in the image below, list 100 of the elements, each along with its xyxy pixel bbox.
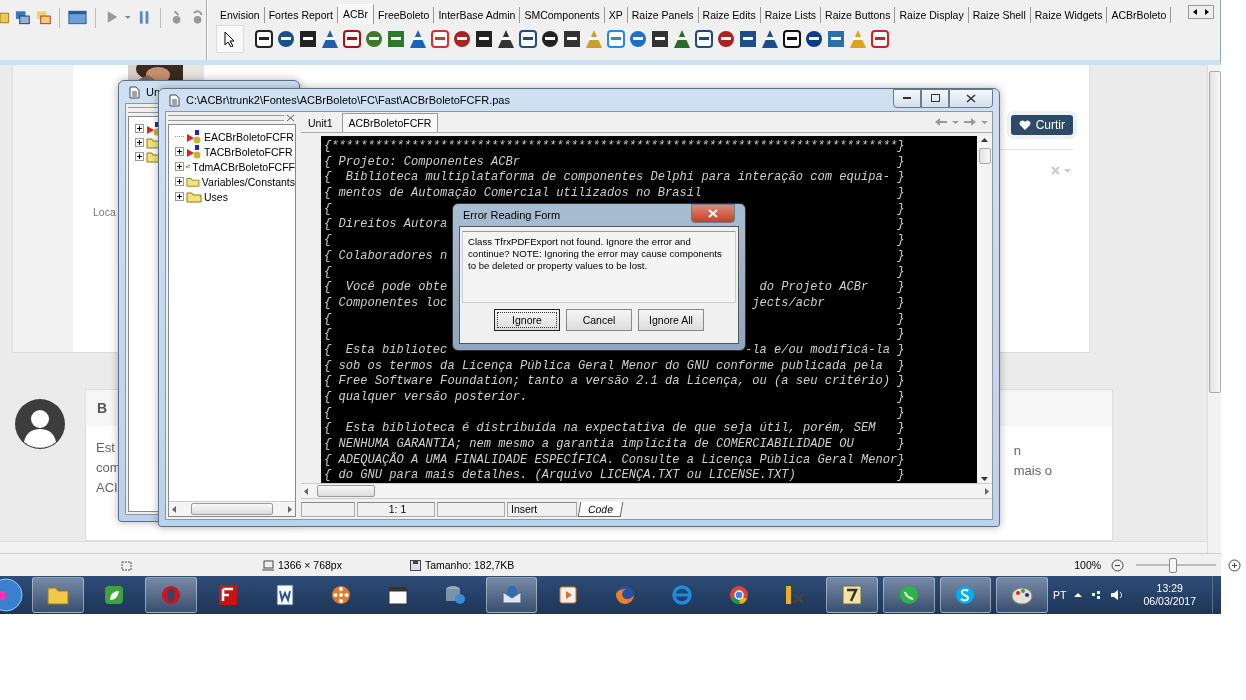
palette-tab[interactable]: Raize Lists bbox=[760, 7, 822, 23]
expand-icon[interactable] bbox=[175, 177, 184, 186]
palette-tab[interactable]: ACBr bbox=[337, 4, 374, 24]
expand-icon[interactable] bbox=[135, 151, 144, 161]
zoom-slider[interactable] bbox=[1169, 558, 1178, 573]
component-icon[interactable] bbox=[650, 28, 670, 50]
scrollbar[interactable] bbox=[301, 483, 992, 498]
dialog-button[interactable]: Ignore bbox=[494, 309, 560, 331]
mail-bird-icon[interactable] bbox=[499, 584, 524, 606]
scrollbar[interactable] bbox=[0, 541, 1207, 553]
language-indicator[interactable]: PT bbox=[1053, 589, 1067, 601]
close-button[interactable] bbox=[691, 203, 735, 223]
expand-icon[interactable] bbox=[135, 137, 144, 147]
pointer-tool[interactable] bbox=[216, 25, 244, 53]
palette-tab[interactable]: Raize Buttons bbox=[821, 7, 896, 23]
editor-tab[interactable]: Unit1 bbox=[301, 113, 340, 132]
network-icon[interactable] bbox=[1090, 589, 1103, 601]
expand-icon[interactable] bbox=[175, 147, 184, 156]
tree-item[interactable]: TdmACBrBoletoFCFF bbox=[169, 159, 295, 174]
taskbar-button[interactable] bbox=[485, 577, 538, 613]
scroll-up-icon[interactable] bbox=[981, 136, 988, 144]
archive-icon[interactable] bbox=[839, 584, 864, 606]
component-icon[interactable] bbox=[254, 28, 274, 50]
expand-icon[interactable] bbox=[175, 192, 184, 201]
component-icon[interactable] bbox=[562, 28, 582, 50]
component-icon[interactable] bbox=[694, 28, 714, 50]
scrollbar[interactable] bbox=[169, 501, 295, 516]
code-text: } bbox=[897, 311, 905, 328]
zoom-out-icon[interactable] bbox=[1111, 558, 1125, 572]
palette-tab[interactable]: Raize Display bbox=[895, 7, 969, 23]
palette-tab[interactable]: Raize Shell bbox=[968, 7, 1031, 23]
close-button[interactable] bbox=[949, 88, 993, 108]
cursor-icon bbox=[224, 31, 236, 47]
maximize-button[interactable] bbox=[921, 88, 949, 108]
palette-tab[interactable]: Raize Edits bbox=[698, 7, 761, 23]
expand-icon[interactable] bbox=[175, 162, 184, 171]
speaker-icon[interactable] bbox=[1110, 589, 1124, 601]
component-icon[interactable] bbox=[672, 28, 692, 50]
expand-icon[interactable] bbox=[135, 123, 144, 133]
palette-tab[interactable]: SMComponents bbox=[520, 7, 605, 23]
component-icon[interactable] bbox=[320, 28, 340, 50]
selection-icon bbox=[120, 559, 132, 571]
code-text: } bbox=[897, 358, 905, 375]
close-icon[interactable] bbox=[286, 114, 296, 122]
palette-tab[interactable]: Fortes Report bbox=[264, 7, 338, 23]
component-icon[interactable] bbox=[760, 28, 780, 50]
tree-item[interactable]: TACBrBoletoFCFR bbox=[169, 144, 295, 159]
scrollbar[interactable] bbox=[1207, 65, 1221, 553]
dialog-button[interactable]: Cancel bbox=[566, 309, 632, 331]
status-cell bbox=[301, 501, 355, 517]
palette-icon[interactable] bbox=[1010, 584, 1035, 606]
palette-tab[interactable]: ACBrBoleto bbox=[1107, 7, 1172, 23]
tree-item[interactable]: Variables/Constants bbox=[169, 174, 295, 189]
dialog-button[interactable]: Ignore All bbox=[638, 309, 704, 331]
component-icon[interactable] bbox=[716, 28, 736, 50]
component-icon[interactable] bbox=[804, 28, 824, 50]
component-icon[interactable] bbox=[276, 28, 296, 50]
browser-e-icon[interactable] bbox=[669, 584, 694, 606]
palette-tab[interactable]: Envision bbox=[216, 7, 265, 23]
scroll-thumb[interactable] bbox=[317, 485, 375, 497]
close-icon bbox=[966, 93, 976, 103]
folder-icon[interactable] bbox=[45, 584, 70, 606]
windows-icon[interactable] bbox=[34, 8, 52, 26]
palette-tab[interactable]: Raize Widgets bbox=[1030, 7, 1108, 23]
component-icon[interactable] bbox=[342, 28, 362, 50]
tree-item[interactable]: EACBrBoletoFCFR bbox=[169, 129, 295, 144]
taskbar-button[interactable] bbox=[996, 577, 1049, 613]
component-icon[interactable] bbox=[518, 28, 538, 50]
taskbar-button[interactable] bbox=[939, 577, 992, 613]
taskbar-button[interactable] bbox=[31, 577, 84, 613]
component-icon[interactable] bbox=[452, 28, 472, 50]
code-text: } bbox=[897, 374, 905, 390]
palette-tab[interactable]: Raize Panels bbox=[627, 7, 699, 23]
start-icon[interactable] bbox=[0, 578, 26, 612]
clock[interactable]: 13:29 06/03/2017 bbox=[1143, 582, 1197, 608]
component-icon[interactable] bbox=[474, 28, 494, 50]
windows-icon[interactable] bbox=[13, 8, 31, 26]
scrollbar[interactable] bbox=[977, 136, 992, 483]
taskbar-button[interactable] bbox=[826, 577, 878, 613]
palette-tab[interactable]: XP bbox=[604, 7, 628, 23]
caret-icon[interactable] bbox=[1074, 592, 1083, 598]
scroll-thumb[interactable] bbox=[978, 148, 991, 164]
scroll-thumb[interactable] bbox=[1208, 71, 1221, 393]
scroll-down-icon[interactable] bbox=[981, 475, 988, 483]
form-icon[interactable] bbox=[66, 8, 88, 26]
component-icon[interactable] bbox=[496, 28, 516, 50]
zoom-in-icon[interactable] bbox=[1228, 558, 1242, 572]
palette-tab[interactable]: InterBase Admin bbox=[434, 7, 521, 23]
minimize-button[interactable] bbox=[893, 88, 921, 108]
code-tab[interactable]: Code bbox=[577, 501, 624, 517]
palette-tab[interactable]: FreeBoleto bbox=[374, 7, 435, 23]
clapper-icon[interactable] bbox=[386, 584, 411, 606]
scroll-thumb[interactable] bbox=[191, 503, 273, 515]
code-text: } bbox=[897, 264, 905, 281]
component-icon[interactable] bbox=[782, 28, 802, 50]
component-icon[interactable] bbox=[540, 28, 560, 50]
editor-tab[interactable]: ACBrBoletoFCFR bbox=[341, 113, 439, 132]
component-icon[interactable] bbox=[738, 28, 758, 50]
component-icon[interactable] bbox=[298, 28, 318, 50]
tree-item[interactable]: Uses bbox=[169, 189, 295, 204]
